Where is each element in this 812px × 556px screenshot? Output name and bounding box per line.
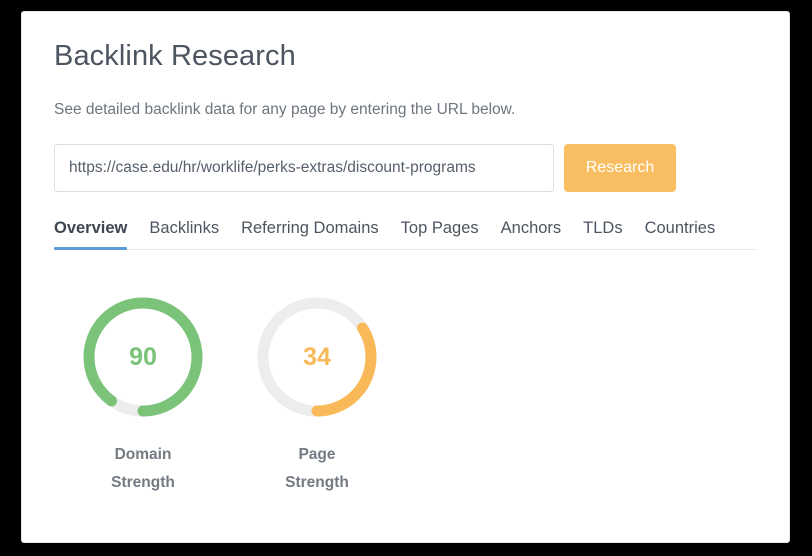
backlink-research-card: Backlink Research See detailed backlink …	[21, 11, 790, 543]
url-input[interactable]	[54, 144, 554, 192]
tab-anchors[interactable]: Anchors	[490, 218, 573, 249]
tab-bar: Overview Backlinks Referring Domains Top Pa…	[54, 218, 757, 250]
card-content: Backlink Research See detailed backlink …	[22, 12, 789, 497]
page-title: Backlink Research	[54, 40, 296, 72]
research-button[interactable]: Research	[564, 144, 676, 192]
gauge-value-domain-strength: 90	[129, 342, 157, 371]
url-search-row: Research	[54, 144, 757, 192]
gauge-domain-strength: 90	[78, 292, 208, 422]
gauge-value-page-strength: 34	[303, 342, 331, 371]
gauge-label-domain-strength: Domain Strength	[111, 446, 175, 491]
gauge-page-strength: 34	[252, 292, 382, 422]
tab-list: Overview Backlinks Referring Domains Top Pa…	[54, 218, 757, 250]
screenshot-viewport: Backlink Research See detailed backlink …	[0, 0, 812, 556]
tab-countries[interactable]: Countries	[634, 218, 727, 249]
tab-tlds[interactable]: TLDs	[572, 218, 633, 249]
tab-referring-domains[interactable]: Referring Domains	[230, 218, 390, 249]
gauge-block-page-strength: 34 Page Strength	[252, 292, 382, 497]
strength-gauges: 90 Domain Strength 34 Page Strength	[54, 292, 757, 497]
page-subtitle: See detailed backlink data for any page …	[54, 101, 516, 118]
tab-backlinks[interactable]: Backlinks	[138, 218, 230, 249]
gauge-label-page-strength: Page Strength	[285, 446, 349, 491]
tab-overview[interactable]: Overview	[54, 218, 138, 250]
gauge-block-domain-strength: 90 Domain Strength	[78, 292, 208, 497]
tab-top-pages[interactable]: Top Pages	[390, 218, 490, 249]
